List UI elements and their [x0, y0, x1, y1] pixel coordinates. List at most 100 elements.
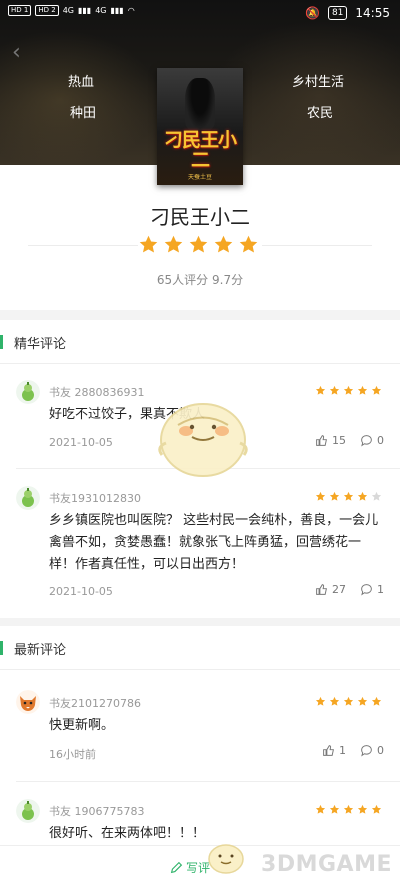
- section-accent-bar: [0, 335, 3, 349]
- thumb-up-icon: [316, 435, 327, 446]
- star-icon: [329, 491, 340, 501]
- tag-3[interactable]: 乡村生活: [292, 71, 344, 90]
- reply-button[interactable]: 0: [360, 434, 384, 447]
- like-button[interactable]: 27: [315, 583, 346, 596]
- signal-bars-icon-2: ▮▮▮: [110, 6, 124, 15]
- avatar-gourd-icon[interactable]: [16, 799, 40, 823]
- comment-icon: [361, 745, 372, 757]
- star-icon: [371, 804, 382, 814]
- like-button[interactable]: 15: [315, 434, 346, 447]
- star-icon: [343, 696, 354, 706]
- star-icon: [357, 696, 368, 706]
- comment-actions: 15 0: [307, 434, 384, 447]
- comment-actions: 27 1: [307, 583, 384, 596]
- overall-stars: [138, 234, 259, 255]
- cover-author-art: 天蚕土豆: [187, 174, 212, 181]
- signal-label: 4G: [62, 6, 74, 15]
- watermark-logo: 3DMGAME: [261, 852, 392, 877]
- cover-figure-art: [185, 78, 215, 130]
- comment-stars: [315, 491, 382, 502]
- comment-date: 2021-10-05: [49, 585, 113, 598]
- like-count: 15: [332, 434, 346, 447]
- star-icon: [357, 491, 368, 501]
- write-review-button[interactable]: 写评: [170, 859, 210, 876]
- clock: 14:55: [355, 6, 390, 20]
- comment-username[interactable]: 书友 2880836931: [49, 384, 144, 400]
- star-icon: [315, 804, 326, 814]
- star-icon: [329, 696, 340, 706]
- comment-text: 快更新啊。: [49, 718, 115, 733]
- comment-actions: 1 0: [314, 744, 384, 757]
- comment-icon: [361, 435, 372, 447]
- avatar-gourd-icon[interactable]: [16, 486, 40, 510]
- latest-comments-section: 最新评论 书友2101270786 快更新啊。 16小时前 1 0 书友 190…: [0, 626, 400, 856]
- comment-text: 乡乡镇医院也叫医院？ 这些村民一会纯朴，善良，一会儿禽兽不如，贪婪愚蠢！就象张飞…: [49, 513, 379, 572]
- book-title: 刁民王小二: [150, 205, 250, 229]
- star-icon: [329, 804, 340, 814]
- cover-title-art: 刁民王小二: [163, 129, 237, 171]
- comment-username[interactable]: 书友2101270786: [49, 695, 141, 711]
- thumb-up-icon: [316, 584, 327, 595]
- avatar-fox-icon[interactable]: [16, 690, 40, 714]
- sim2-chip: HD 2: [35, 5, 59, 16]
- tag-2[interactable]: 种田: [70, 102, 96, 121]
- rating-summary: 65人评分 9.7分: [156, 273, 244, 287]
- comment-username[interactable]: 书友1931012830: [49, 490, 141, 506]
- reply-count: 0: [377, 744, 384, 757]
- star-icon: [343, 804, 354, 814]
- star-icon: [214, 235, 233, 253]
- star-icon: [343, 491, 354, 501]
- back-icon[interactable]: ‹: [12, 40, 21, 65]
- reply-count: 1: [377, 583, 384, 596]
- star-icon: [239, 235, 258, 253]
- star-icon: [139, 235, 158, 253]
- section-accent-bar: [0, 641, 3, 655]
- comment-item[interactable]: 书友2101270786 快更新啊。 16小时前 1 0: [0, 670, 400, 782]
- mute-icon: 🔕: [305, 6, 320, 20]
- bottom-action-bar: 写评 3DMGAME: [0, 845, 400, 888]
- avatar-gourd-icon[interactable]: [16, 380, 40, 404]
- comment-icon: [361, 584, 372, 596]
- star-icon: [357, 385, 368, 395]
- comment-item[interactable]: 书友1931012830 乡乡镇医院也叫医院？ 这些村民一会纯朴，善良，一会儿禽…: [0, 469, 400, 618]
- thumb-up-icon: [323, 745, 334, 756]
- star-icon: [329, 385, 340, 395]
- signal-label-2: 4G: [95, 6, 107, 15]
- battery-level: 81: [327, 6, 348, 20]
- like-button[interactable]: 1: [322, 744, 346, 757]
- star-icon: [343, 385, 354, 395]
- latest-header: 最新评论: [0, 626, 400, 670]
- status-right: 🔕 81 14:55: [305, 6, 390, 20]
- comment-stars: [315, 696, 382, 707]
- book-cover[interactable]: 刁民王小二 天蚕土豆: [157, 68, 243, 185]
- star-icon: [164, 235, 183, 253]
- mascot-small: [205, 835, 247, 879]
- wifi-icon: ◠: [127, 6, 135, 15]
- star-icon: [189, 235, 208, 253]
- star-icon: [315, 385, 326, 395]
- divider-left: [28, 245, 138, 246]
- tag-4[interactable]: 农民: [307, 102, 333, 121]
- reply-button[interactable]: 0: [360, 744, 384, 757]
- featured-heading: 精华评论: [14, 337, 67, 352]
- star-icon: [315, 696, 326, 706]
- featured-header: 精华评论: [0, 320, 400, 364]
- signal-bars-icon: ▮▮▮: [77, 6, 92, 15]
- status-bar: HD 1 HD 2 4G ▮▮▮ 4G ▮▮▮ ◠ 🔕 81 14:55: [0, 0, 400, 28]
- comment-stars: [315, 804, 382, 815]
- comment-stars: [315, 385, 382, 396]
- status-left: HD 1 HD 2 4G ▮▮▮ 4G ▮▮▮ ◠: [8, 5, 135, 16]
- mascot: [148, 385, 258, 489]
- star-icon: [357, 804, 368, 814]
- divider-right: [262, 245, 372, 246]
- book-info-card: 刁民王小二 65人评分 9.7分: [0, 165, 400, 310]
- like-count: 1: [339, 744, 346, 757]
- tag-1[interactable]: 热血: [68, 71, 94, 90]
- star-icon: [371, 491, 382, 501]
- reply-count: 0: [377, 434, 384, 447]
- star-icon: [315, 491, 326, 501]
- reply-button[interactable]: 1: [360, 583, 384, 596]
- star-icon: [371, 385, 382, 395]
- comment-username[interactable]: 书友 1906775783: [49, 803, 144, 819]
- like-count: 27: [332, 583, 346, 596]
